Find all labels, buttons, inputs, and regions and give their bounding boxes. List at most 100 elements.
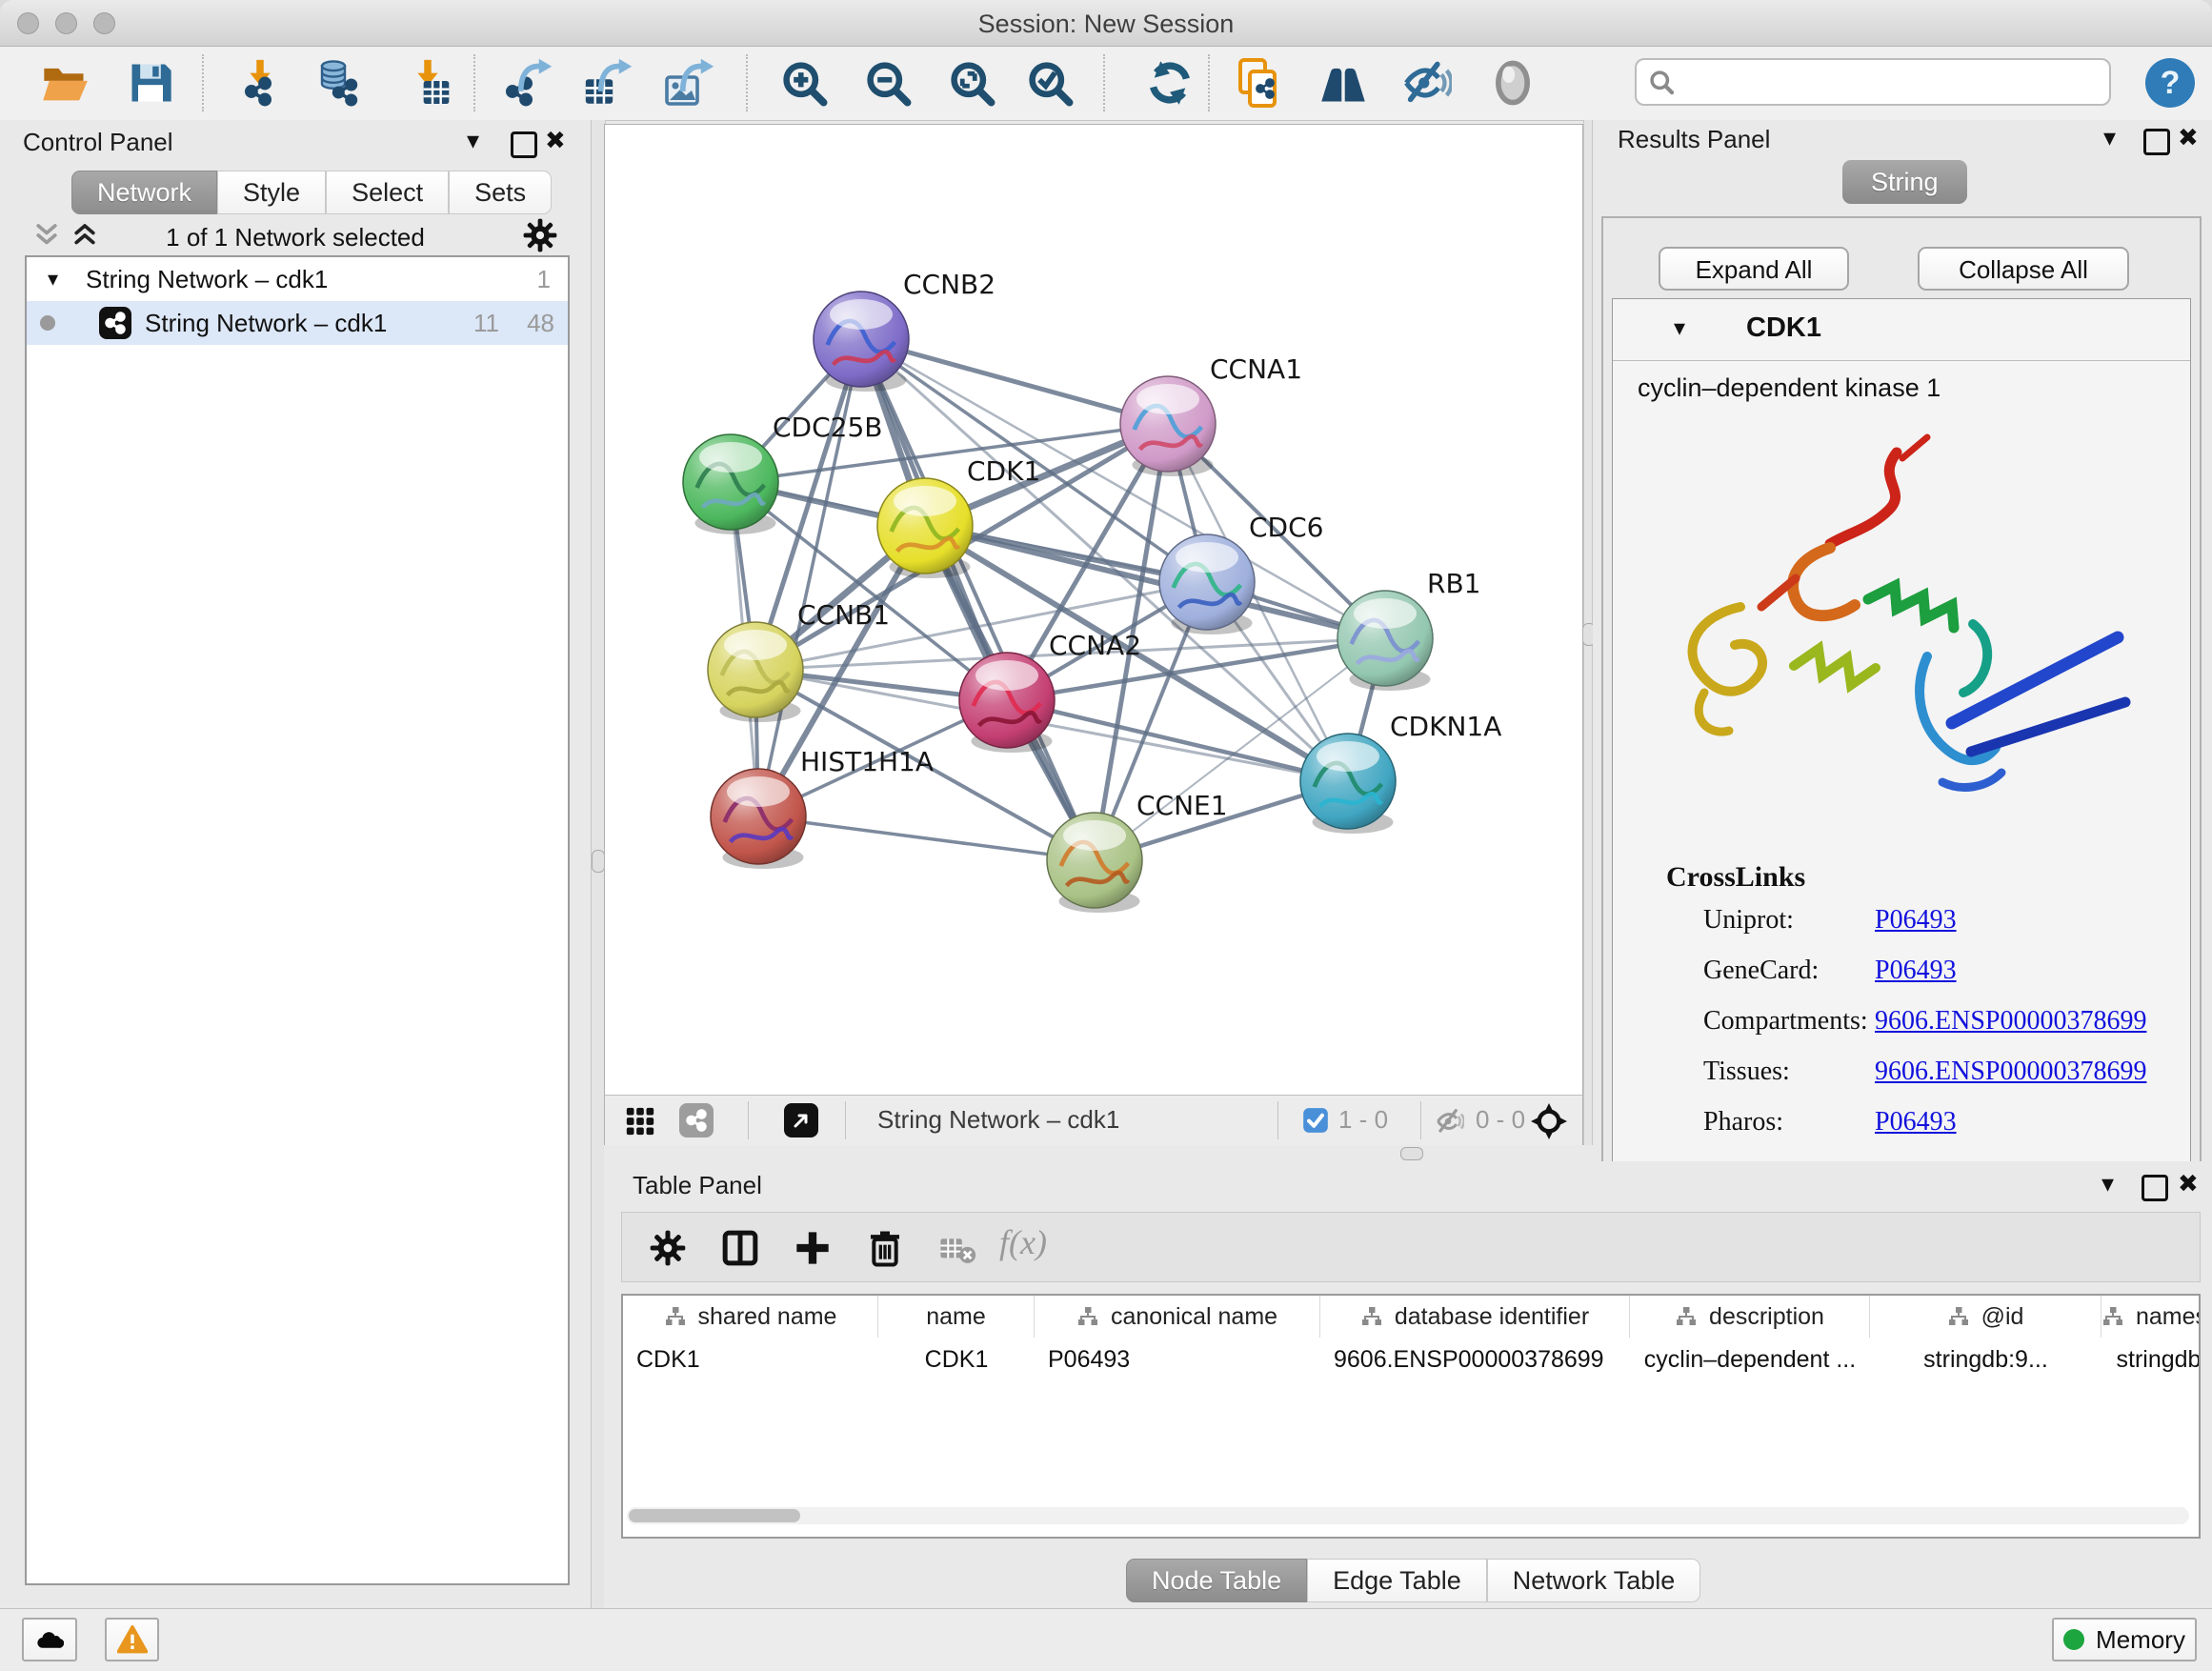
results-panel-float-icon[interactable] (2143, 129, 2170, 155)
column-header-canonical-name[interactable]: canonical name (1035, 1296, 1320, 1338)
hidden-count-eye-icon[interactable] (1436, 1107, 1464, 1136)
cell-description[interactable]: cyclin–dependent ... (1630, 1339, 1870, 1379)
zoom-selected-icon[interactable] (1025, 58, 1075, 108)
birds-eye-view-icon[interactable] (624, 1105, 656, 1137)
cell--id[interactable]: stringdb:9... (1870, 1339, 2101, 1379)
network-edge[interactable] (925, 526, 1385, 638)
crosslink-link[interactable]: 9606.ENSP00000378699 (1875, 1006, 2146, 1037)
apply-layout-icon[interactable] (1145, 58, 1195, 108)
delete-column-trash-icon[interactable] (866, 1229, 904, 1267)
function-builder-icon[interactable]: f(x) (999, 1222, 1047, 1262)
node-result-header[interactable]: ▾ CDK1 (1613, 299, 2190, 361)
selected-count-checkbox-icon[interactable] (1302, 1107, 1329, 1134)
table-panel-float-icon[interactable] (2142, 1175, 2168, 1201)
crosslink-link[interactable]: P06493 (1875, 956, 1957, 986)
fit-selection-crosshair-icon[interactable] (1531, 1103, 1567, 1139)
control-panel-close-icon[interactable]: ✖ (545, 128, 566, 152)
table-options-gear-icon[interactable] (649, 1229, 687, 1267)
delete-table-icon[interactable] (936, 1233, 978, 1265)
search-input[interactable] (1635, 58, 2111, 106)
network-overview-icon[interactable] (679, 1103, 714, 1137)
results-panel-close-icon[interactable]: ✖ (2178, 125, 2199, 150)
show-eye-icon[interactable] (1488, 58, 1538, 108)
zoom-fit-icon[interactable] (947, 58, 996, 108)
import-table-icon[interactable] (404, 58, 453, 108)
tab-node-table[interactable]: Node Table (1126, 1559, 1307, 1602)
network-node-ccnb2[interactable]: CCNB2 (814, 269, 995, 392)
control-panel-float-icon[interactable] (511, 131, 537, 158)
expand-all-button[interactable]: Expand All (1659, 247, 1849, 291)
crosslink-link[interactable]: P06493 (1875, 905, 1957, 936)
network-canvas[interactable]: CCNB2CCNA1CDC25BCDK1CDC6RB1CCNB1CCNA2CDK… (605, 125, 1582, 1095)
tab-sets[interactable]: Sets (449, 171, 552, 214)
show-columns-icon[interactable] (721, 1229, 759, 1267)
hide-selected-icon[interactable] (1402, 58, 1452, 108)
network-edge[interactable] (1007, 700, 1348, 781)
crosslink-link[interactable]: P06493 (1875, 1107, 1957, 1137)
import-network-icon[interactable] (236, 58, 286, 108)
divider-handle[interactable] (1400, 1147, 1423, 1160)
tab-edge-table[interactable]: Edge Table (1307, 1559, 1487, 1602)
column-header-name[interactable]: name (878, 1296, 1035, 1338)
tab-select[interactable]: Select (326, 171, 449, 214)
cell-namespace[interactable]: stringdb (2101, 1339, 2201, 1379)
clone-network-icon[interactable] (1237, 58, 1286, 108)
network-node-ccne1[interactable]: CCNE1 (1047, 790, 1228, 913)
column-header-description[interactable]: description (1630, 1296, 1870, 1338)
cell-canonical-name[interactable]: P06493 (1035, 1339, 1320, 1379)
divider-handle[interactable] (592, 850, 605, 873)
cloud-status-button[interactable] (22, 1618, 77, 1661)
export-table-icon[interactable] (583, 58, 633, 108)
column-header-shared-name[interactable]: shared name (623, 1296, 878, 1338)
export-image-icon[interactable] (665, 58, 714, 108)
table-panel-close-icon[interactable]: ✖ (2178, 1171, 2199, 1196)
network-options-gear-icon[interactable] (522, 217, 558, 253)
memory-button[interactable]: Memory (2052, 1618, 2197, 1661)
tab-string[interactable]: String (1842, 160, 1967, 204)
column-header-namespace[interactable]: namespace (2101, 1296, 2201, 1338)
network-edge[interactable] (861, 339, 1095, 860)
network-node-ccna1[interactable]: CCNA1 (1120, 353, 1302, 476)
network-collection-row[interactable]: ▾ String Network – cdk1 1 (27, 257, 568, 301)
results-panel-menu-icon[interactable]: ▾ (2103, 125, 2116, 150)
find-binoculars-icon[interactable] (1318, 58, 1368, 108)
warnings-button[interactable] (105, 1618, 159, 1661)
cell-database-identifier[interactable]: 9606.ENSP00000378699 (1320, 1339, 1630, 1379)
network-node-cdc25b[interactable]: CDC25B (683, 412, 883, 534)
tab-network[interactable]: Network (71, 171, 217, 214)
zoom-in-icon[interactable] (779, 58, 829, 108)
collapse-entry-icon[interactable]: ▾ (1674, 314, 1685, 342)
table-panel-menu-icon[interactable]: ▾ (2101, 1171, 2114, 1196)
crosslink-link[interactable]: 9606.ENSP00000378699 (1875, 1057, 2146, 1087)
collapse-all-button[interactable]: Collapse All (1918, 247, 2129, 291)
detach-view-icon[interactable] (784, 1103, 818, 1137)
open-session-icon[interactable] (40, 58, 90, 108)
tab-style[interactable]: Style (217, 171, 326, 214)
network-edge[interactable] (758, 339, 861, 816)
control-panel: Control Panel ▾ ✖ NetworkStyleSelectSets… (0, 120, 591, 1608)
column-header-database-identifier[interactable]: database identifier (1320, 1296, 1630, 1338)
network-node-hist1h1a[interactable]: HIST1H1A (711, 746, 934, 869)
crosslink-row: Compartments:9606.ENSP00000378699 (1613, 1006, 2190, 1057)
import-network-from-database-icon[interactable] (312, 58, 362, 108)
network-edge[interactable] (758, 816, 1095, 860)
scrollbar-thumb[interactable] (629, 1509, 800, 1522)
network-node-cdkn1a[interactable]: CDKN1A (1300, 711, 1501, 834)
zoom-out-icon[interactable] (863, 58, 913, 108)
add-column-icon[interactable] (794, 1229, 832, 1267)
table-horizontal-scrollbar[interactable] (627, 1507, 2189, 1524)
export-network-icon[interactable] (503, 58, 553, 108)
help-button[interactable]: ? (2145, 58, 2195, 108)
control-panel-menu-icon[interactable]: ▾ (467, 128, 479, 152)
column-header--id[interactable]: @id (1870, 1296, 2101, 1338)
network-node-ccnb1[interactable]: CCNB1 (708, 599, 890, 722)
network-row-selected[interactable]: String Network – cdk1 11 48 (27, 301, 568, 345)
network-label: String Network – cdk1 (145, 301, 387, 345)
toolbar-separator (473, 54, 475, 111)
save-session-icon[interactable] (126, 58, 175, 108)
collection-expand-icon[interactable]: ▾ (48, 257, 58, 301)
cell-name[interactable]: CDK1 (878, 1339, 1035, 1379)
cell-shared-name[interactable]: CDK1 (623, 1339, 878, 1379)
network-node-rb1[interactable]: RB1 (1337, 568, 1480, 691)
tab-network-table[interactable]: Network Table (1487, 1559, 1701, 1602)
